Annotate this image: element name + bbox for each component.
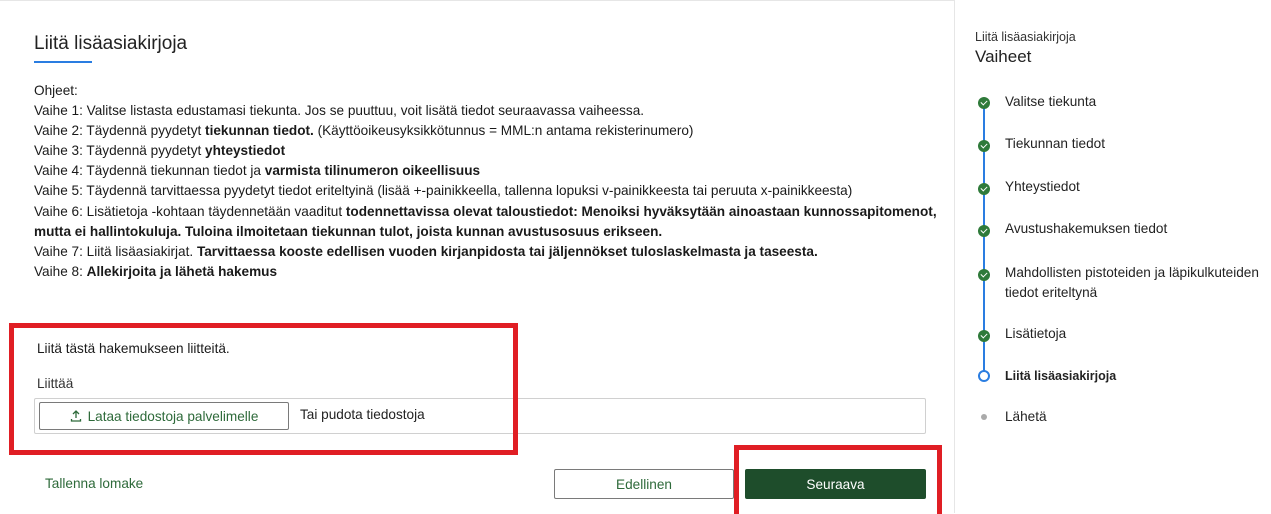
instruction-step-2: Vaihe 2: Täydennä pyydetyt tiekunnan tie… — [34, 123, 694, 139]
step-done-icon — [978, 225, 990, 237]
sidebar-step-laheta[interactable]: Lähetä — [1005, 407, 1265, 427]
sidebar-step-pistotiet[interactable]: Mahdollisten pistoteiden ja läpikulkutei… — [1005, 263, 1265, 303]
highlight-box-attachments — [9, 323, 518, 455]
step-done-icon — [978, 269, 990, 281]
title-underline — [34, 61, 92, 63]
instructions-heading: Ohjeet: — [34, 83, 78, 98]
sidebar-step-lisatietoja[interactable]: Lisätietoja — [1005, 324, 1265, 344]
steps-sidebar: Liitä lisäasiakirjoja Vaiheet Valitse ti… — [975, 0, 1271, 513]
save-form-link[interactable]: Tallenna lomake — [45, 476, 143, 491]
highlight-box-next — [734, 445, 942, 514]
sidebar-step-yhteystiedot[interactable]: Yhteystiedot — [1005, 177, 1265, 197]
instruction-step-6: Vaihe 6: Lisätietoja -kohtaan täydennetä… — [34, 203, 937, 239]
previous-button[interactable]: Edellinen — [554, 469, 734, 499]
steps-list: Valitse tiekunta Tiekunnan tiedot Yhteys… — [975, 0, 1271, 513]
sidebar-step-tiekunnan-tiedot[interactable]: Tiekunnan tiedot — [1005, 134, 1265, 154]
main-panel: Liitä lisäasiakirjoja Ohjeet: Vaihe 1: V… — [0, 0, 955, 514]
title-wrap: Liitä lisäasiakirjoja — [34, 33, 187, 63]
instruction-step-4: Vaihe 4: Täydennä tiekunnan tiedot ja va… — [34, 163, 481, 179]
step-done-icon — [978, 97, 990, 109]
step-done-icon — [978, 183, 990, 195]
instructions: Ohjeet: Vaihe 1: Valitse listasta edusta… — [34, 81, 939, 282]
sidebar-step-liita-lisaasiakirjoja[interactable]: Liitä lisäasiakirjoja — [1005, 366, 1265, 386]
instruction-step-5: Vaihe 5: Täydennä tarvittaessa pyydetyt … — [34, 183, 853, 199]
step-current-icon — [978, 370, 990, 382]
page-title: Liitä lisäasiakirjoja — [34, 33, 188, 54]
sidebar-step-valitse-tiekunta[interactable]: Valitse tiekunta — [1005, 92, 1265, 112]
instruction-step-1: Vaihe 1: Valitse listasta edustamasi tie… — [34, 103, 645, 119]
step-done-icon — [978, 330, 990, 342]
step-done-icon — [978, 140, 990, 152]
sidebar-step-avustushakemuksen-tiedot[interactable]: Avustushakemuksen tiedot — [1005, 219, 1265, 239]
instruction-step-3: Vaihe 3: Täydennä pyydetyt yhteystiedot — [34, 143, 286, 159]
instruction-step-7: Vaihe 7: Liitä lisäasiakirjat. Tarvittae… — [34, 243, 818, 259]
instruction-step-8: Vaihe 8: Allekirjoita ja lähetä hakemus — [34, 263, 278, 279]
step-pending-icon — [981, 414, 987, 420]
